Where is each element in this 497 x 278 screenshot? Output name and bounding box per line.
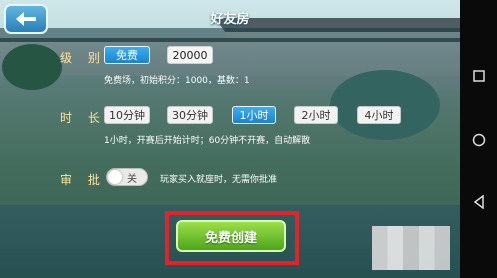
system-nav-bar [460,0,497,278]
home-button[interactable] [460,125,497,155]
duration-option-2h[interactable]: 2小时 [294,106,338,124]
back-arrow-icon [16,12,36,26]
approval-toggle[interactable]: 关 [106,168,148,186]
duration-description: 1小时，开赛后开始计时；60分钟不开赛，自动解散 [104,136,311,146]
page-title: 好友房 [210,12,250,27]
mosaic-blur [372,226,450,270]
duration-option-4h[interactable]: 4小时 [357,106,401,124]
duration-option-30min[interactable]: 30分钟 [167,106,213,124]
duration-label: 时 长 [60,111,106,125]
level-option-free[interactable]: 免费 [104,46,150,64]
back-button[interactable] [4,4,48,34]
recent-apps-button[interactable] [460,61,497,91]
toggle-knob [108,170,122,184]
free-create-button[interactable]: 免费创建 [176,220,286,252]
circle-icon [472,133,485,147]
approval-description: 玩家买入就座时，无需你批准 [160,175,278,185]
triangle-back-icon [473,195,484,209]
back-nav-button[interactable] [460,187,497,217]
level-label: 级 别 [60,51,106,65]
square-icon [472,70,485,82]
approval-label: 审 批 [60,173,106,187]
duration-option-1h[interactable]: 1小时 [232,106,276,124]
toggle-state-text: 关 [127,174,137,185]
level-description: 免费场，初始积分：1000，基数：1 [104,76,250,86]
duration-option-10min[interactable]: 10分钟 [104,106,150,124]
level-value[interactable]: 20000 [167,46,213,64]
